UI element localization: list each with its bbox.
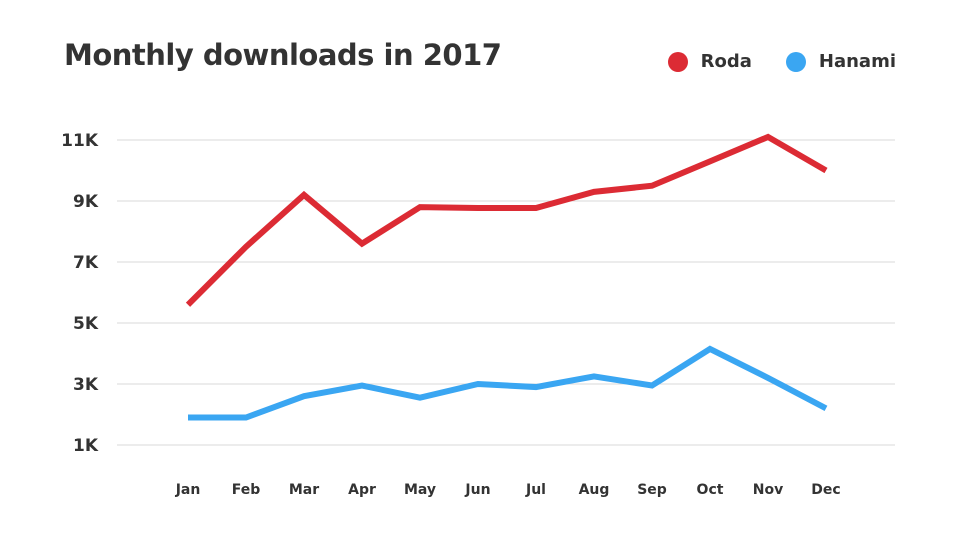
series-line-roda — [185, 133, 828, 307]
x-tick-label: Oct — [697, 482, 724, 498]
x-tick-label: May — [404, 482, 436, 498]
x-tick-label: Aug — [579, 482, 610, 498]
line-chart: 1K 3K 5K 7K 9K 11K Jan Feb Mar Apr May Jun Jul Aug Sep… — [61, 131, 895, 498]
x-tick-label: Jan — [175, 482, 201, 498]
y-tick-label: 3K — [73, 375, 99, 395]
x-tick-label: Apr — [348, 482, 376, 498]
x-tick-label: Dec — [811, 482, 840, 498]
x-tick-label: Sep — [637, 482, 667, 498]
y-tick-label: 1K — [73, 436, 99, 456]
x-tick-label: Jun — [464, 482, 490, 498]
series-line-hanami — [188, 345, 828, 421]
y-tick-label: 5K — [73, 314, 99, 334]
x-tick-label: Nov — [753, 482, 783, 498]
y-tick-label: 11K — [61, 131, 99, 151]
y-tick-label: 7K — [73, 253, 99, 273]
x-tick-label: Jul — [525, 482, 546, 498]
x-tick-label: Feb — [232, 482, 261, 498]
y-tick-label: 9K — [73, 192, 99, 212]
x-tick-label: Mar — [289, 482, 319, 498]
